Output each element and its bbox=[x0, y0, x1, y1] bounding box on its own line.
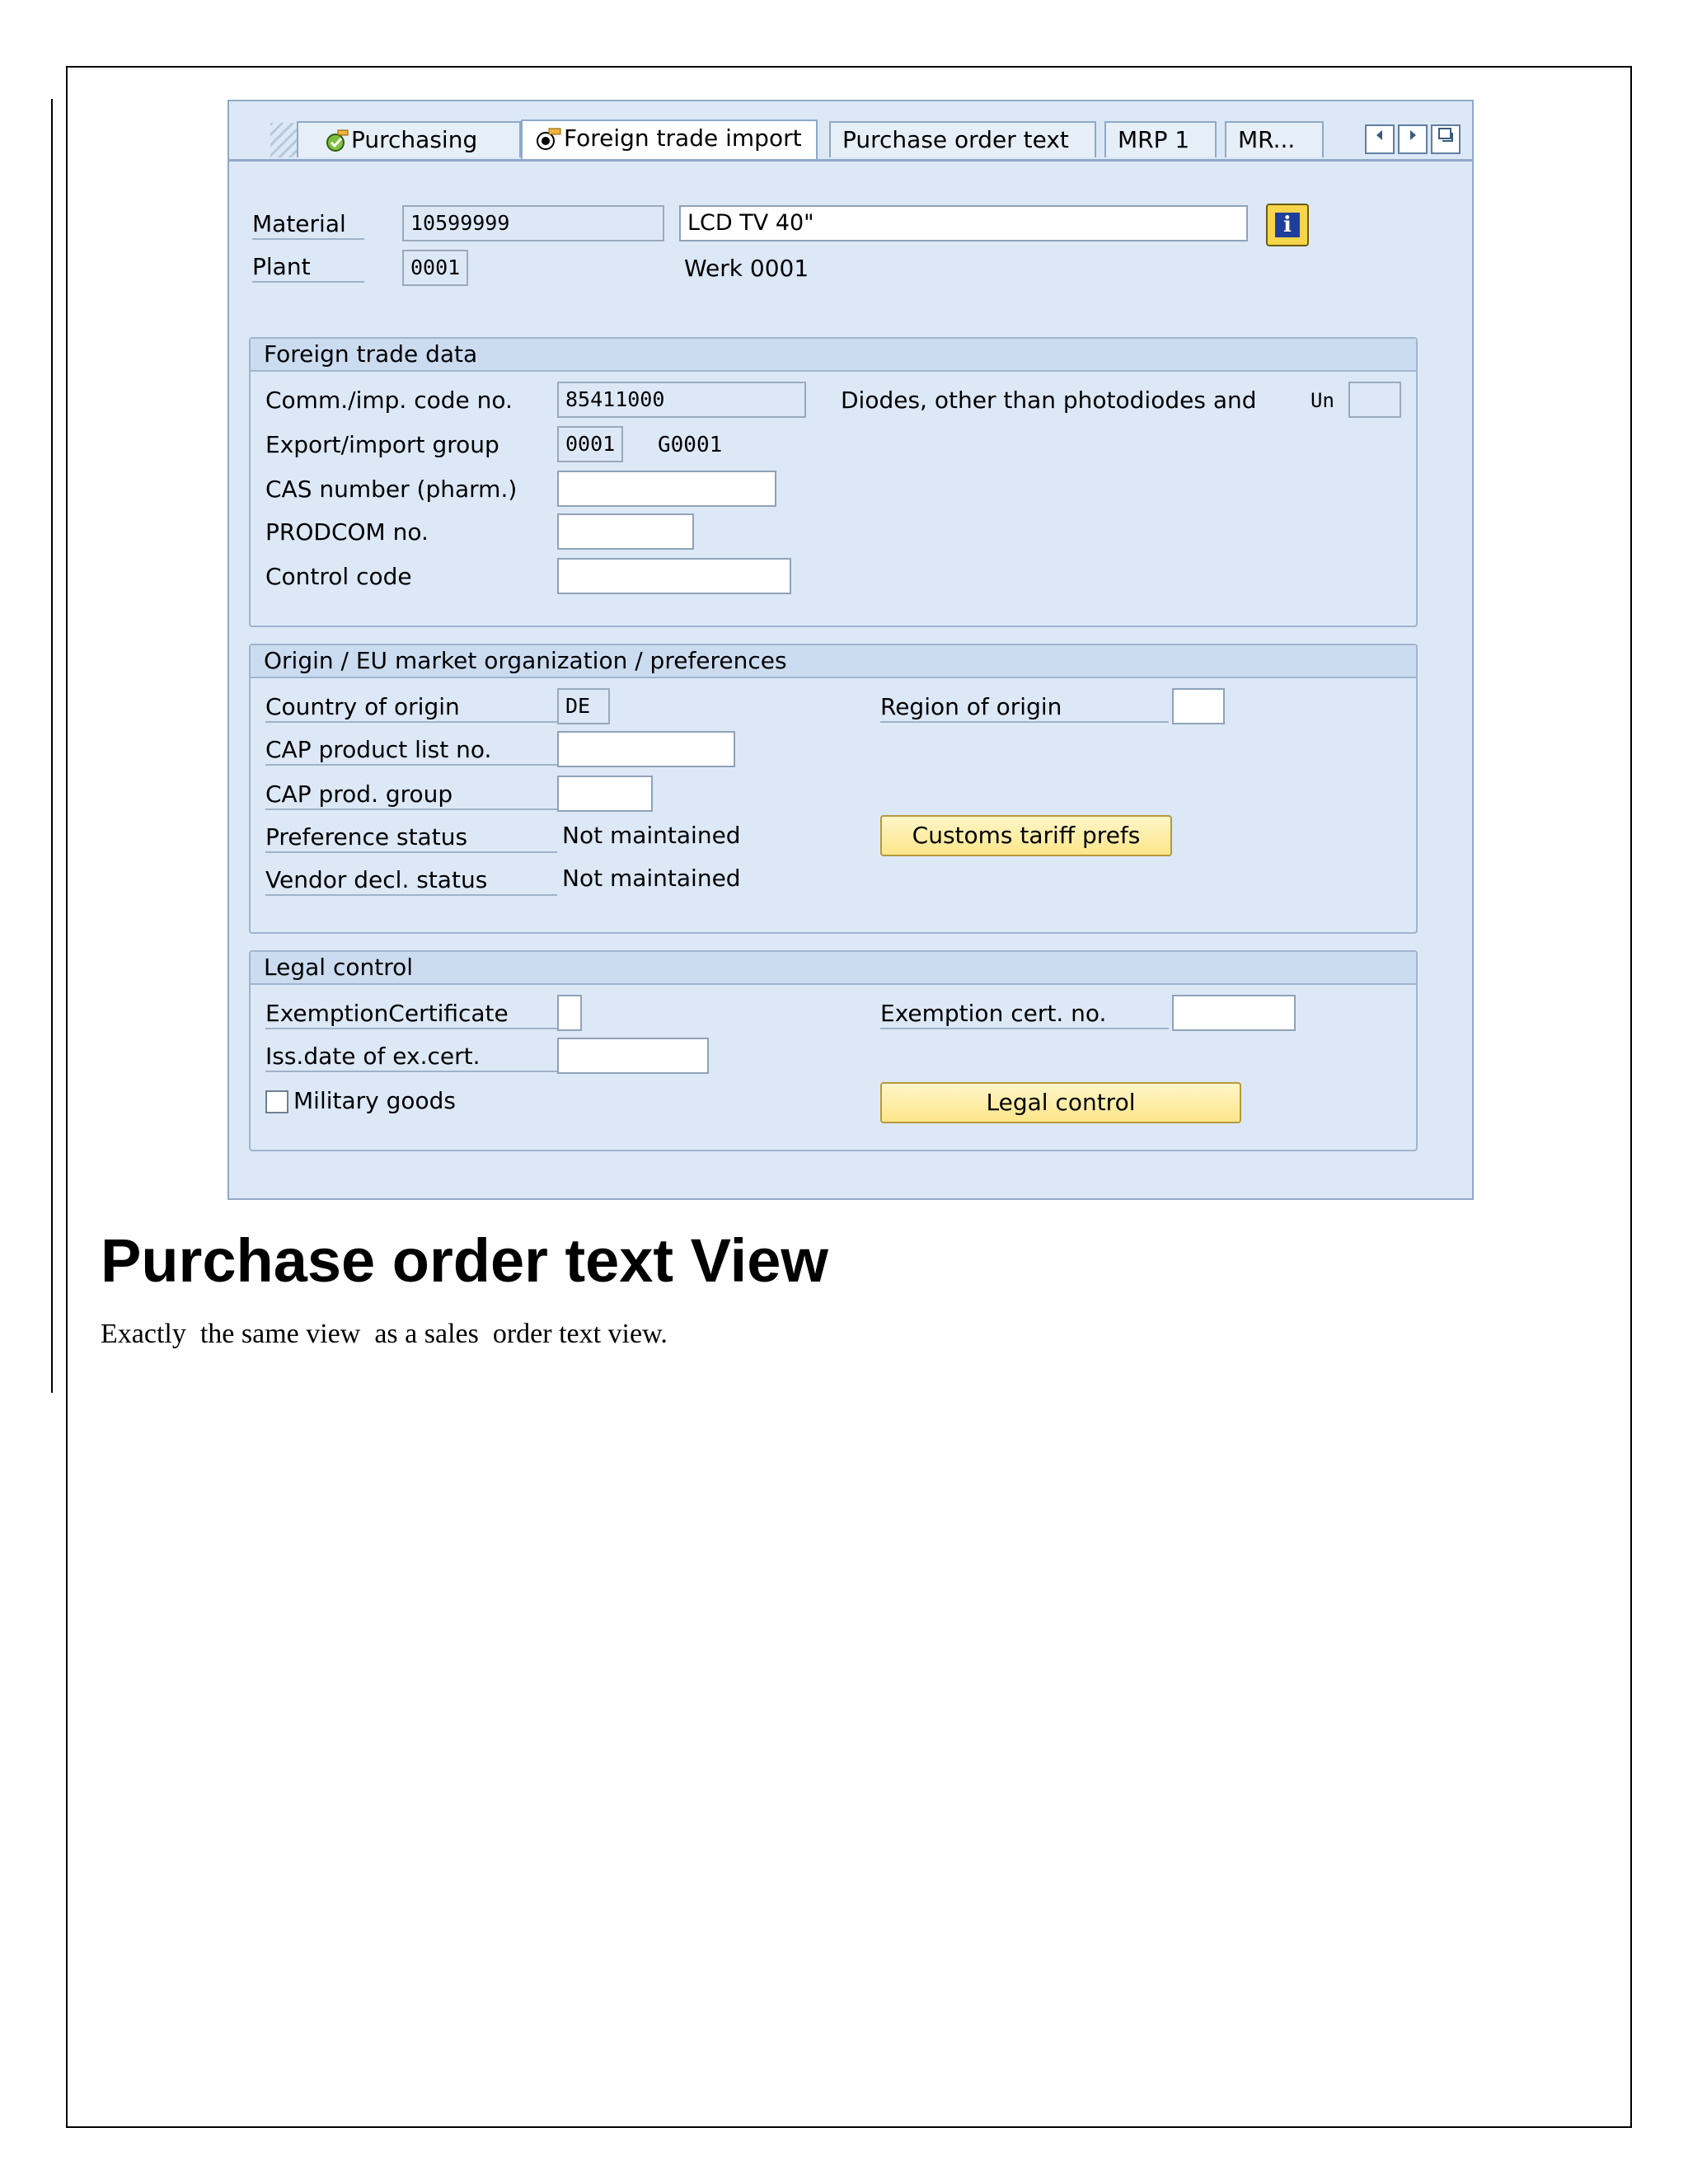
export-group-description: G0001 bbox=[658, 433, 723, 457]
region-of-origin-field[interactable] bbox=[1172, 688, 1225, 724]
cap-product-list-field[interactable] bbox=[557, 731, 735, 767]
margin-bar bbox=[51, 99, 53, 1393]
preference-status-value: Not maintained bbox=[562, 822, 741, 849]
export-group-label: Export/import group bbox=[265, 431, 499, 458]
unit-label: Un bbox=[1311, 389, 1334, 412]
country-of-origin-label: Country of origin bbox=[265, 693, 557, 723]
material-field[interactable]: 10599999 bbox=[402, 205, 664, 241]
material-label: Material bbox=[252, 210, 364, 240]
tab-mrp-1[interactable]: MRP 1 bbox=[1104, 121, 1217, 157]
cas-number-label: CAS number (pharm.) bbox=[265, 476, 518, 503]
sap-material-master-window: Purchasing Foreign trade import Purchase… bbox=[227, 100, 1474, 1200]
purchasing-icon bbox=[326, 129, 349, 152]
exemption-certificate-field[interactable] bbox=[557, 995, 582, 1031]
tab-foreign-trade-import[interactable]: Foreign trade import bbox=[521, 120, 818, 159]
export-group-field[interactable]: 0001 bbox=[557, 426, 623, 462]
section-heading: Purchase order text View bbox=[101, 1226, 828, 1295]
comm-code-label: Comm./imp. code no. bbox=[265, 387, 513, 414]
tab-foreign-trade-label: Foreign trade import bbox=[564, 124, 802, 152]
country-of-origin-field[interactable]: DE bbox=[557, 688, 610, 724]
preference-status-label: Preference status bbox=[265, 823, 557, 853]
origin-group: Origin / EU market organization / prefer… bbox=[249, 644, 1418, 934]
plant-field[interactable]: 0001 bbox=[402, 250, 468, 286]
exemption-cert-no-label: Exemption cert. no. bbox=[880, 1000, 1169, 1029]
issue-date-field[interactable] bbox=[557, 1038, 709, 1074]
tab-list-button[interactable] bbox=[1431, 124, 1461, 154]
info-button[interactable]: i bbox=[1266, 204, 1309, 246]
prodcom-label: PRODCOM no. bbox=[265, 518, 429, 546]
foreign-trade-group: Foreign trade data Comm./imp. code no. 8… bbox=[249, 337, 1418, 627]
tab-purchasing[interactable]: Purchasing bbox=[297, 121, 521, 157]
origin-group-title: Origin / EU market organization / prefer… bbox=[251, 645, 1416, 678]
plant-description: Werk 0001 bbox=[684, 255, 809, 282]
comm-code-field[interactable]: 85411000 bbox=[557, 382, 806, 418]
foreign-trade-icon bbox=[537, 128, 561, 150]
vendor-decl-status-value: Not maintained bbox=[562, 865, 741, 892]
legal-control-button[interactable]: Legal control bbox=[880, 1082, 1241, 1123]
legal-control-group-title: Legal control bbox=[251, 952, 1416, 985]
unit-field[interactable] bbox=[1348, 382, 1401, 418]
tab-mr-more[interactable]: MR... bbox=[1225, 121, 1324, 157]
exemption-certificate-label: ExemptionCertificate bbox=[265, 1000, 557, 1029]
chevron-left-icon bbox=[1376, 130, 1382, 140]
military-goods-label: Military goods bbox=[293, 1087, 457, 1114]
tab-mr-more-label: MR... bbox=[1238, 126, 1296, 153]
chevron-right-icon bbox=[1410, 130, 1416, 140]
comm-code-description: Diodes, other than photodiodes and bbox=[841, 387, 1257, 414]
cap-product-list-label: CAP product list no. bbox=[265, 736, 557, 766]
legal-control-group: Legal control ExemptionCertificate Exemp… bbox=[249, 950, 1418, 1151]
prodcom-field[interactable] bbox=[557, 513, 694, 550]
tab-purchasing-label: Purchasing bbox=[351, 126, 478, 153]
foreign-trade-group-title: Foreign trade data bbox=[251, 339, 1416, 372]
customs-tariff-prefs-button[interactable]: Customs tariff prefs bbox=[880, 815, 1172, 856]
control-code-label: Control code bbox=[265, 563, 412, 590]
info-icon: i bbox=[1275, 213, 1300, 237]
control-code-field[interactable] bbox=[557, 558, 791, 594]
cap-prod-group-label: CAP prod. group bbox=[265, 780, 557, 810]
tab-purchase-order-text-label: Purchase order text bbox=[842, 126, 1069, 153]
cas-number-field[interactable] bbox=[557, 471, 776, 507]
cap-prod-group-field[interactable] bbox=[557, 776, 653, 812]
tab-scroll-left-button[interactable] bbox=[1365, 124, 1395, 154]
tabstrip-baseline bbox=[229, 159, 1472, 162]
vendor-decl-status-label: Vendor decl. status bbox=[265, 866, 557, 896]
region-of-origin-label: Region of origin bbox=[880, 693, 1169, 723]
issue-date-label: Iss.date of ex.cert. bbox=[265, 1043, 557, 1072]
tab-mrp-1-label: MRP 1 bbox=[1118, 126, 1190, 153]
material-description-field[interactable]: LCD TV 40" bbox=[679, 205, 1248, 241]
exemption-cert-no-field[interactable] bbox=[1172, 995, 1296, 1031]
plant-label: Plant bbox=[252, 253, 364, 283]
tabstrip: Purchasing Foreign trade import Purchase… bbox=[229, 101, 1472, 162]
tab-purchase-order-text[interactable]: Purchase order text bbox=[829, 121, 1096, 157]
tab-list-icon bbox=[1438, 128, 1453, 142]
section-body-text: Exactly the same view as a sales order t… bbox=[101, 1319, 668, 1349]
tab-scroll-right-button[interactable] bbox=[1398, 124, 1428, 154]
military-goods-checkbox[interactable] bbox=[265, 1090, 288, 1113]
